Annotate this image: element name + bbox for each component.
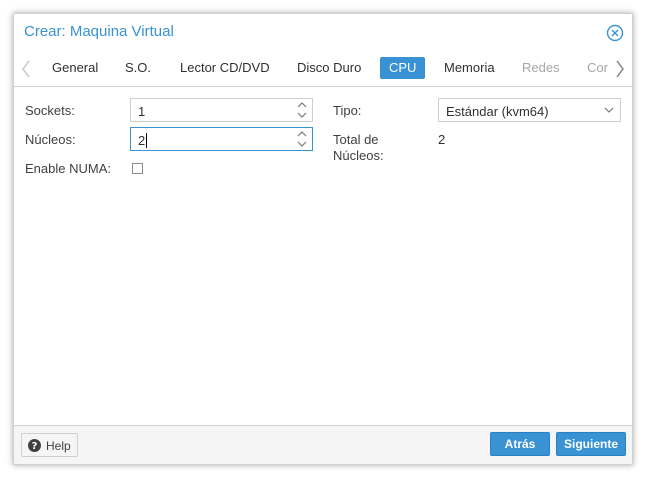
tab-label: Lector CD/DVD xyxy=(180,60,270,75)
spinner-icon[interactable] xyxy=(296,100,308,120)
total-nucleos-value: 2 xyxy=(438,132,446,147)
tab-general[interactable]: General xyxy=(43,57,107,79)
tab-so[interactable]: S.O. xyxy=(116,57,160,79)
nucleos-value: 2 xyxy=(138,133,148,148)
spinner-icon[interactable] xyxy=(296,129,308,149)
tipo-combo[interactable]: Estándar (kvm64) xyxy=(438,98,621,122)
dialog-title: Crear: Maquina Virtual xyxy=(24,23,174,40)
next-button[interactable]: Siguiente xyxy=(556,432,626,456)
create-vm-dialog: Crear: Maquina Virtual General S.O. Lect… xyxy=(13,13,633,465)
back-button[interactable]: Atrás xyxy=(490,432,550,456)
tab-label: S.O. xyxy=(125,60,152,75)
tab-lector-cd-dvd[interactable]: Lector CD/DVD xyxy=(171,57,279,79)
dialog-footer: ? Help Atrás Siguiente xyxy=(14,425,632,464)
sockets-value: 1 xyxy=(138,104,146,119)
question-circle-icon: ? xyxy=(28,439,41,452)
nucleos-value-text: 2 xyxy=(138,133,146,148)
close-icon[interactable] xyxy=(606,24,624,42)
sockets-field[interactable]: 1 xyxy=(130,98,313,122)
numa-label: Enable NUMA: xyxy=(25,161,111,176)
tab-cpu[interactable]: CPU xyxy=(380,57,426,79)
text-caret xyxy=(146,133,148,148)
chevron-left-icon[interactable] xyxy=(16,52,36,86)
help-label: Help xyxy=(46,439,71,453)
nucleos-field[interactable]: 2 xyxy=(130,127,313,151)
tab-redes: Redes xyxy=(513,57,569,79)
chevron-down-icon[interactable] xyxy=(604,104,614,116)
tab-memoria[interactable]: Memoria xyxy=(435,57,504,79)
tab-label: CPU xyxy=(389,60,417,75)
sockets-label: Sockets: xyxy=(25,103,75,118)
total-label-line2: Núcleos: xyxy=(333,148,384,163)
chevron-right-icon[interactable] xyxy=(610,52,630,86)
tab-label: General xyxy=(52,60,99,75)
form-panel: Sockets: 1 Núcleos: 2 Enable NUMA: Tipo:… xyxy=(14,86,632,427)
tab-disco-duro[interactable]: Disco Duro xyxy=(288,57,370,79)
total-label-line1: Total de xyxy=(333,132,379,147)
svg-text:?: ? xyxy=(32,441,38,452)
tipo-label: Tipo: xyxy=(333,103,362,118)
tab-label: Redes xyxy=(522,60,560,75)
help-button[interactable]: ? Help xyxy=(21,433,78,457)
dialog-titlebar: Crear: Maquina Virtual xyxy=(14,14,632,52)
numa-checkbox[interactable] xyxy=(132,163,143,174)
total-nucleos-label: Total de Núcleos: xyxy=(333,132,384,164)
tipo-value: Estándar (kvm64) xyxy=(446,104,549,119)
nucleos-label: Núcleos: xyxy=(25,132,76,147)
tab-label: Memoria xyxy=(444,60,495,75)
tab-bar: General S.O. Lector CD/DVD Disco Duro CP… xyxy=(14,52,632,86)
tab-label: Cor xyxy=(587,60,608,75)
tab-label: Disco Duro xyxy=(297,60,362,75)
